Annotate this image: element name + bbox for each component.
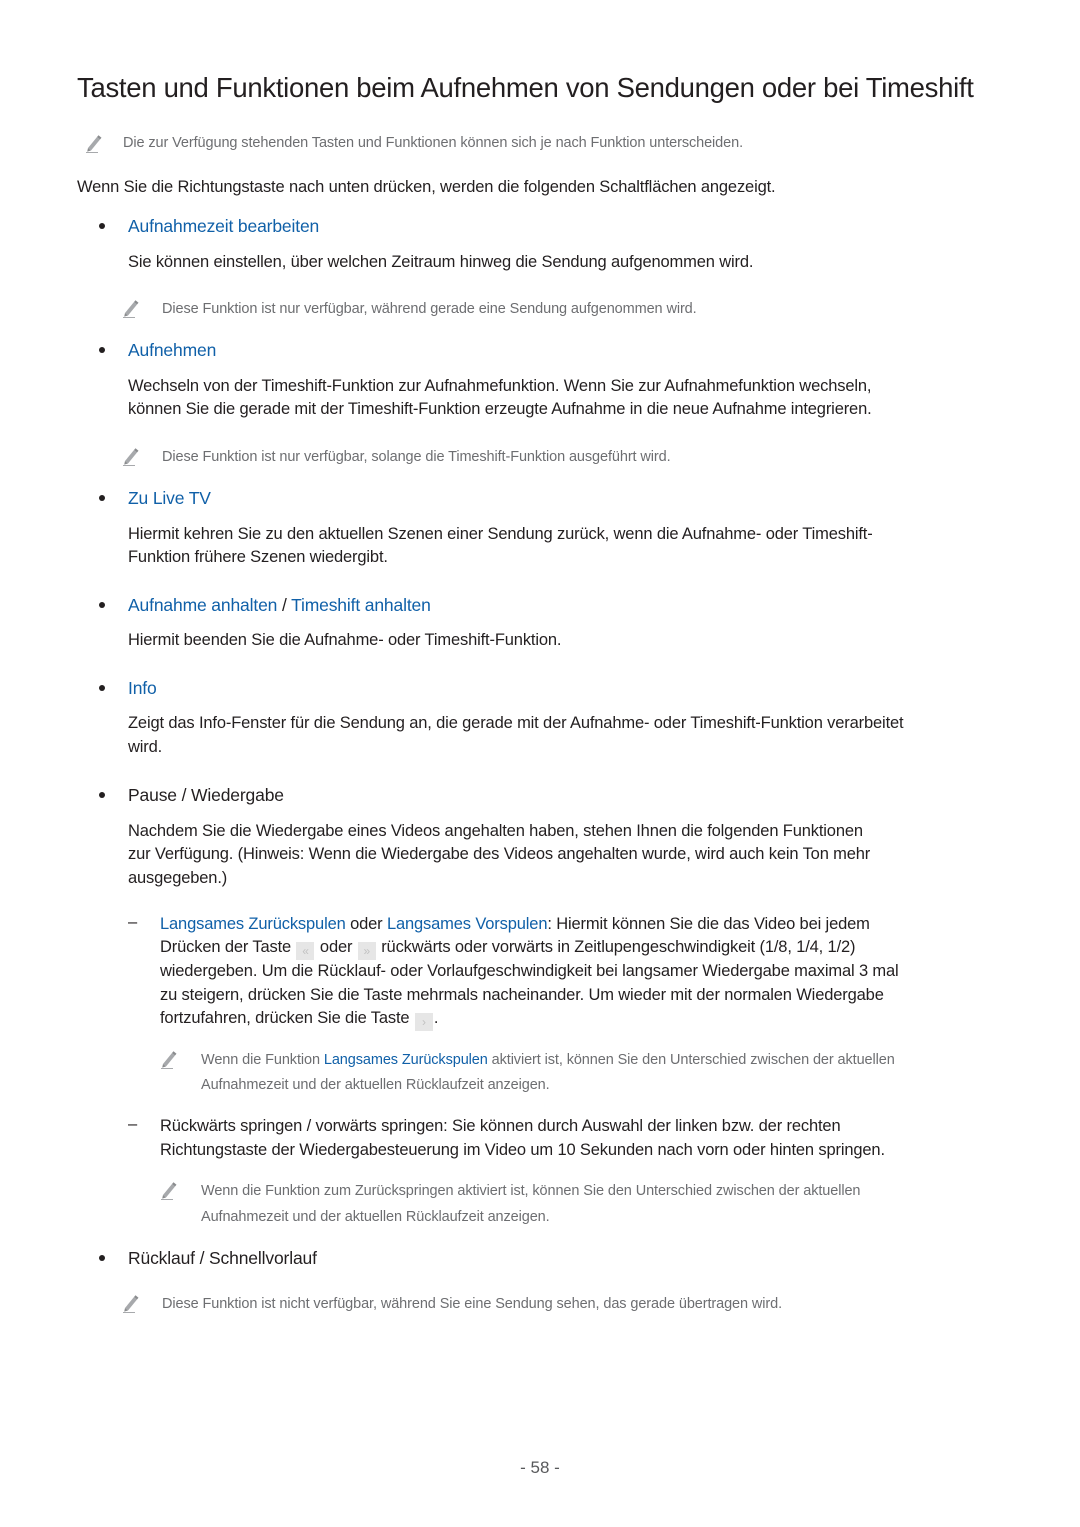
page-number: - 58 - — [520, 1458, 560, 1477]
description-line: Wechseln von der Timeshift-Funktion zur … — [128, 377, 872, 395]
bullet-icon — [99, 685, 105, 691]
subitem-text: fortzufahren, drücken Sie die Taste — [160, 1009, 414, 1027]
note-link-langsames-zurueckspulen: Langsames Zurückspulen — [323, 1052, 488, 1068]
description-line: zur Verfügung. (Hinweis: Wenn die Wieder… — [128, 845, 871, 863]
heading-ruecklauf-schnellvorlauf: Rücklauf / Schnellvorlauf — [128, 1248, 317, 1268]
heading-aufnahme-anhalten: Aufnahme anhalten — [128, 595, 278, 615]
heading-separator: / — [277, 595, 292, 615]
description-line: Funktion frühere Szenen wiedergibt. — [128, 548, 388, 566]
note-line: Aufnahmezeit und der aktuellen Rücklaufz… — [201, 1077, 550, 1093]
note-pencil-icon — [123, 448, 139, 466]
connector-text: oder — [345, 915, 387, 933]
intro-note: Die zur Verfügung stehenden Tasten und F… — [123, 135, 743, 151]
dash-marker: – — [128, 913, 138, 931]
subitem-text: : Hiermit können Sie die das Video bei j… — [547, 915, 870, 933]
note-text: aktiviert ist, können Sie den Unterschie… — [487, 1052, 895, 1068]
page-title: Tasten und Funktionen beim Aufnehmen von… — [77, 72, 974, 103]
description-line: Nachdem Sie die Wiedergabe eines Videos … — [128, 822, 863, 840]
subitem-line: Rückwärts springen / vorwärts springen: … — [160, 1117, 841, 1135]
heading-anhalten: Aufnahme anhalten / Timeshift anhalten — [128, 593, 431, 617]
manual-page: Tasten und Funktionen beim Aufnehmen von… — [0, 0, 1080, 1527]
bullet-icon — [99, 602, 105, 608]
note-pencil-icon — [161, 1051, 177, 1069]
subitem-text: . — [433, 1009, 439, 1027]
description-line: Hiermit kehren Sie zu den aktuellen Szen… — [128, 525, 873, 543]
bullet-icon — [99, 1255, 105, 1261]
description-line: können Sie die gerade mit der Timeshift-… — [128, 400, 872, 418]
bullet-icon — [99, 347, 105, 353]
link-langsames-zurueckspulen: Langsames Zurückspulen — [160, 915, 346, 933]
note: Wenn die Funktion Langsames Zurückspulen… — [201, 1048, 895, 1073]
note-text: Wenn die Funktion — [201, 1052, 324, 1068]
note-pencil-icon — [123, 1295, 139, 1313]
description: Hiermit beenden Sie die Aufnahme- oder T… — [128, 631, 562, 649]
subitem-text: oder — [315, 938, 357, 956]
note-line: Wenn die Funktion zum Zurückspringen akt… — [201, 1183, 861, 1199]
subitem-line: Langsames Zurückspulen oder Langsames Vo… — [160, 913, 870, 937]
play-key-icon: › — [414, 1013, 433, 1031]
description-line: wird. — [128, 738, 163, 756]
intro-text: Wenn Sie die Richtungstaste nach unten d… — [77, 178, 776, 196]
subitem-text: rückwärts oder vorwärts in Zeitlupengesc… — [376, 938, 856, 956]
bullet-icon — [99, 495, 105, 501]
subitem-line: fortzufahren, drücken Sie die Taste ›. — [160, 1007, 438, 1031]
description: Sie können einstellen, über welchen Zeit… — [128, 253, 754, 271]
forward-key-icon: » — [357, 942, 376, 960]
note: Diese Funktion ist nur verfügbar, solang… — [162, 449, 671, 465]
subitem-line: Drücken der Taste « oder » rückwärts ode… — [160, 936, 856, 960]
subitem-text: Drücken der Taste — [160, 938, 296, 956]
dash-marker: – — [128, 1115, 138, 1133]
note-pencil-icon — [86, 135, 102, 153]
note-line: Aufnahmezeit und der aktuellen Rücklaufz… — [201, 1209, 550, 1225]
subitem-line: wiedergeben. Um die Rücklauf- oder Vorla… — [160, 962, 899, 980]
note-pencil-icon — [123, 300, 139, 318]
heading-aufnehmen: Aufnehmen — [128, 340, 217, 360]
heading-zu-live-tv: Zu Live TV — [128, 488, 211, 508]
bullet-icon — [99, 223, 105, 229]
bullet-icon — [99, 792, 105, 798]
heading-aufnahmezeit-bearbeiten: Aufnahmezeit bearbeiten — [128, 216, 320, 236]
note: Diese Funktion ist nur verfügbar, währen… — [162, 301, 697, 317]
link-langsames-vorspulen: Langsames Vorspulen — [386, 915, 548, 933]
description-line: Zeigt das Info-Fenster für die Sendung a… — [128, 714, 904, 732]
note-pencil-icon — [161, 1182, 177, 1200]
heading-pause-wiedergabe: Pause / Wiedergabe — [128, 785, 284, 805]
rewind-key-icon: « — [296, 942, 315, 960]
heading-info: Info — [128, 678, 157, 698]
description-line: ausgegeben.) — [128, 869, 228, 887]
subitem-line: zu steigern, drücken Sie die Taste mehrm… — [160, 986, 884, 1004]
note: Diese Funktion ist nicht verfügbar, währ… — [162, 1296, 783, 1312]
subitem-line: Richtungstaste der Wiedergabesteuerung i… — [160, 1141, 885, 1159]
heading-timeshift-anhalten: Timeshift anhalten — [291, 595, 431, 615]
